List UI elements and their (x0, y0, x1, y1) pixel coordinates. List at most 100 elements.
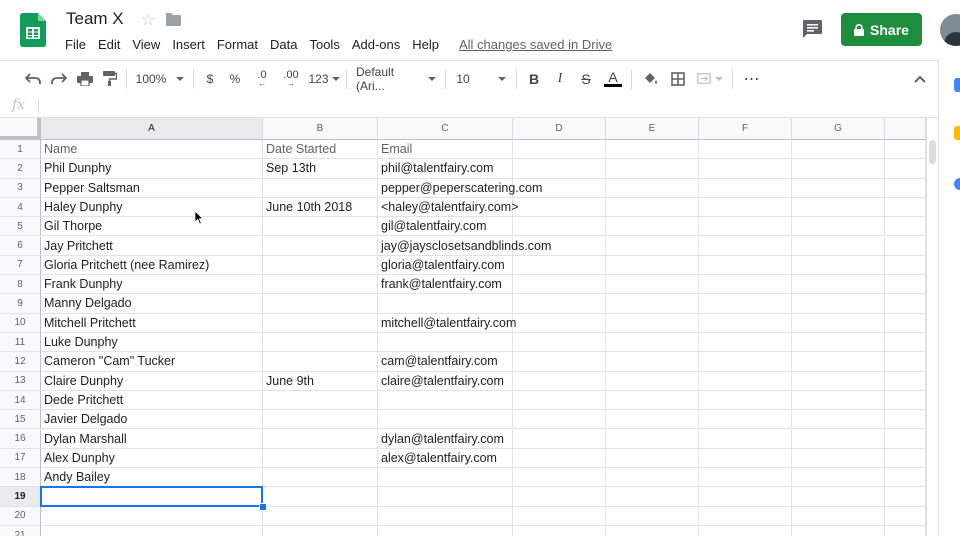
cell[interactable] (606, 255, 699, 276)
row-header[interactable]: 12 (0, 352, 41, 372)
cell[interactable] (699, 294, 792, 314)
cell[interactable] (263, 429, 378, 449)
cell[interactable]: alex@talentfairy.com (378, 448, 513, 469)
menu-help[interactable]: Help (406, 35, 445, 54)
cell[interactable] (513, 313, 606, 333)
cell[interactable] (792, 468, 885, 488)
cell[interactable] (699, 410, 792, 430)
row-header[interactable]: 6 (0, 236, 41, 256)
cell[interactable]: cam@talentfairy.com (378, 352, 513, 372)
cell[interactable] (792, 448, 885, 469)
cell[interactable] (885, 487, 926, 507)
keep-icon[interactable] (954, 126, 960, 140)
cell[interactable] (792, 313, 885, 333)
cell[interactable]: Gil Thorpe (41, 217, 263, 237)
cell[interactable] (792, 333, 885, 353)
column-header-partial[interactable] (885, 118, 926, 140)
cell[interactable]: Haley Dunphy (41, 197, 263, 218)
strikethrough-button[interactable]: S (573, 67, 599, 91)
menu-tools[interactable]: Tools (303, 35, 345, 54)
row-header[interactable]: 1 (0, 140, 41, 160)
cell[interactable] (699, 140, 792, 160)
column-header-g[interactable]: G (792, 118, 885, 140)
fill-handle[interactable] (259, 502, 267, 511)
menu-format[interactable]: Format (211, 35, 264, 54)
cell[interactable] (41, 506, 263, 526)
increase-decimal-button[interactable]: .00 → (276, 67, 306, 91)
more-options-icon[interactable]: ⋯ (737, 67, 767, 91)
cell[interactable] (606, 217, 699, 237)
row-header[interactable]: 5 (0, 217, 41, 237)
cell[interactable] (792, 255, 885, 276)
cell[interactable] (263, 333, 378, 353)
cell[interactable] (792, 159, 885, 179)
row-header[interactable]: 7 (0, 255, 41, 276)
column-header-b[interactable]: B (263, 118, 378, 140)
cell[interactable] (699, 159, 792, 179)
cell[interactable] (263, 217, 378, 237)
menu-addons[interactable]: Add-ons (346, 35, 406, 54)
font-select[interactable]: Default (Ari... (351, 65, 441, 93)
cell[interactable] (792, 487, 885, 507)
cell[interactable] (885, 140, 926, 160)
cell[interactable] (378, 468, 513, 488)
cell[interactable]: June 10th 2018 (263, 197, 378, 218)
cell[interactable] (606, 352, 699, 372)
cell[interactable] (885, 526, 926, 536)
column-header-a[interactable]: A (41, 118, 263, 140)
row-header[interactable]: 18 (0, 468, 41, 488)
cell[interactable] (885, 255, 926, 276)
cell[interactable] (378, 294, 513, 314)
cell[interactable]: Alex Dunphy (41, 448, 263, 469)
more-formats-select[interactable]: 123 (306, 67, 342, 91)
cell[interactable]: Gloria Pritchett (nee Ramirez) (41, 255, 263, 276)
cell[interactable] (513, 197, 606, 218)
cell[interactable]: claire@talentfairy.com (378, 371, 513, 391)
cell[interactable] (263, 255, 378, 276)
row-header[interactable]: 20 (0, 506, 41, 526)
cell[interactable] (513, 390, 606, 411)
borders-icon[interactable] (664, 67, 692, 91)
cell[interactable]: gil@talentfairy.com (378, 217, 513, 237)
cell[interactable] (513, 468, 606, 488)
cell[interactable] (606, 390, 699, 411)
cell[interactable] (263, 506, 378, 526)
cell[interactable] (699, 468, 792, 488)
cell[interactable]: Manny Delgado (41, 294, 263, 314)
cell[interactable] (513, 410, 606, 430)
row-header[interactable]: 19 (0, 487, 41, 507)
cell[interactable] (378, 390, 513, 411)
cell[interactable] (513, 275, 606, 295)
cell[interactable] (885, 217, 926, 237)
cell[interactable]: Luke Dunphy (41, 333, 263, 353)
cell[interactable] (606, 429, 699, 449)
cell[interactable] (606, 178, 699, 198)
cell[interactable] (263, 313, 378, 333)
column-header-e[interactable]: E (606, 118, 699, 140)
menu-insert[interactable]: Insert (166, 35, 211, 54)
cell[interactable] (792, 390, 885, 411)
select-all-corner[interactable] (0, 118, 41, 140)
percent-button[interactable]: % (222, 67, 248, 91)
bold-button[interactable]: B (521, 67, 547, 91)
cell[interactable] (513, 178, 606, 198)
cell[interactable] (606, 140, 699, 160)
cell[interactable] (263, 352, 378, 372)
collapse-menu-icon[interactable] (906, 67, 934, 91)
cell[interactable] (263, 390, 378, 411)
cell[interactable] (378, 487, 513, 507)
cell[interactable] (263, 468, 378, 488)
saved-status-link[interactable]: All changes saved in Drive (453, 35, 618, 54)
cell[interactable] (885, 313, 926, 333)
cell[interactable] (513, 217, 606, 237)
cell[interactable]: Claire Dunphy (41, 371, 263, 391)
cell[interactable] (263, 410, 378, 430)
cell[interactable] (606, 313, 699, 333)
document-title[interactable]: Team X (66, 9, 124, 29)
cell[interactable] (606, 468, 699, 488)
row-header[interactable]: 14 (0, 390, 41, 411)
cell[interactable]: jay@jaysclosetsandblinds.com (378, 236, 551, 256)
cell[interactable]: Email (378, 140, 513, 160)
cell[interactable]: Frank Dunphy (41, 275, 263, 295)
cell[interactable] (263, 448, 378, 469)
